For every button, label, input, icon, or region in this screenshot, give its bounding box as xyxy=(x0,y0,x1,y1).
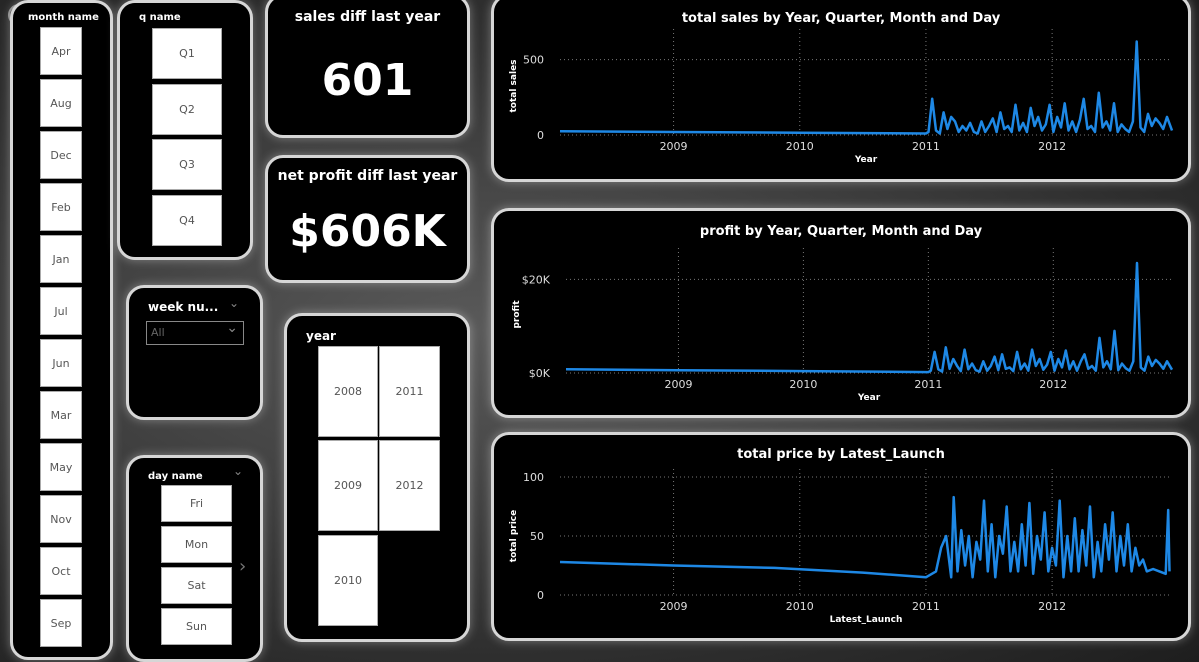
y-tick-label: 500 xyxy=(523,54,544,67)
day-tile-sat[interactable]: Sat xyxy=(161,567,232,604)
year-tile-2009[interactable]: 2009 xyxy=(318,440,378,531)
month-tile-jan[interactable]: Jan xyxy=(40,235,82,283)
week-dropdown[interactable]: All ⌄ xyxy=(146,320,244,345)
month-tile-nov[interactable]: Nov xyxy=(40,495,82,543)
y-axis-label: total sales xyxy=(509,59,519,112)
chart-total-price: total price by Latest_Launch 0 50 100 2009 2… xyxy=(491,432,1191,641)
month-tile-apr[interactable]: Apr xyxy=(40,27,82,75)
month-tile-aug[interactable]: Aug xyxy=(40,79,82,127)
kpi-sales-diff: sales diff last year 601 xyxy=(265,0,470,138)
x-tick-label: 2011 xyxy=(912,140,940,153)
x-tick-label: 2012 xyxy=(1038,140,1066,153)
x-tick-label: 2010 xyxy=(786,600,814,613)
y-tick-label: 0 xyxy=(537,589,544,602)
week-dropdown-value: All xyxy=(151,326,165,339)
x-tick-label: 2010 xyxy=(786,140,814,153)
kpi-profit-diff: net profit diff last year $606K xyxy=(265,155,470,283)
chart-total-price-plot: 0 50 100 2009 2010 2011 2012 Latest_Launch total… xyxy=(509,469,1172,625)
y-tick-label: 0 xyxy=(537,129,544,142)
month-slicer: month name Apr Aug Dec Feb Jan Jul Jun Mar May No… xyxy=(10,0,113,660)
quarter-tile-q3[interactable]: Q3 xyxy=(152,139,222,190)
x-tick-label: 2009 xyxy=(660,600,688,613)
y-axis-label: profit xyxy=(512,300,522,329)
x-tick-label: 2012 xyxy=(1038,600,1066,613)
chevron-down-icon: ⌄ xyxy=(226,320,238,336)
day-tile-fri[interactable]: Fri xyxy=(161,485,232,522)
chart-profit: profit by Year, Quarter, Month and Day $… xyxy=(491,208,1191,418)
year-tile-2011[interactable]: 2011 xyxy=(379,346,440,437)
y-tick-label: $20K xyxy=(522,273,551,286)
x-tick-label: 2012 xyxy=(1039,378,1067,391)
month-tile-oct[interactable]: Oct xyxy=(40,547,82,595)
month-tile-sep[interactable]: Sep xyxy=(40,599,82,647)
quarter-tile-q4[interactable]: Q4 xyxy=(152,194,222,246)
y-axis-label: total price xyxy=(509,510,519,562)
year-tile-2010[interactable]: 2010 xyxy=(318,535,378,626)
kpi-sales-diff-value: 601 xyxy=(321,55,414,106)
x-tick-label: 2009 xyxy=(660,140,688,153)
y-tick-label: 100 xyxy=(523,471,544,484)
x-tick-label: 2009 xyxy=(664,378,692,391)
chevron-right-icon[interactable]: › xyxy=(239,556,246,577)
x-axis-label: Year xyxy=(854,155,878,165)
quarter-slicer-title: q name xyxy=(139,12,181,23)
kpi-profit-diff-value: $606K xyxy=(289,206,446,257)
month-tile-jun[interactable]: Jun xyxy=(40,339,82,387)
week-slicer: week nu... ⌄ All ⌄ xyxy=(126,285,263,420)
x-axis-label: Latest_Launch xyxy=(830,615,903,625)
y-tick-label: $0K xyxy=(529,367,551,380)
month-tile-feb[interactable]: Feb xyxy=(40,183,82,231)
chart-total-sales-plot: 0 500 2009 2010 2011 2012 Year total sales xyxy=(509,29,1174,165)
x-tick-label: 2011 xyxy=(912,600,940,613)
day-tile-sun[interactable]: Sun xyxy=(161,608,232,645)
year-slicer: year 2008 2011 2009 2012 2010 xyxy=(284,313,470,642)
quarter-tile-q1[interactable]: Q1 xyxy=(152,28,222,79)
kpi-sales-diff-title: sales diff last year xyxy=(294,9,441,25)
week-slicer-title: week nu... xyxy=(148,300,219,314)
month-slicer-title: month name xyxy=(28,12,99,23)
x-tick-label: 2011 xyxy=(914,378,942,391)
y-tick-label: 50 xyxy=(530,530,544,543)
year-tile-2012[interactable]: 2012 xyxy=(379,440,440,531)
series-line xyxy=(559,40,1174,135)
day-tile-mon[interactable]: Mon xyxy=(161,526,232,563)
series-line xyxy=(559,495,1171,579)
month-tile-jul[interactable]: Jul xyxy=(40,287,82,335)
x-tick-label: 2010 xyxy=(789,378,817,391)
month-tile-mar[interactable]: Mar xyxy=(40,391,82,439)
series-line xyxy=(565,261,1174,374)
month-tile-dec[interactable]: Dec xyxy=(40,131,82,179)
month-tile-may[interactable]: May xyxy=(40,443,82,491)
quarter-slicer: q name Q1 Q2 Q3 Q4 xyxy=(117,0,253,260)
kpi-profit-diff-title: net profit diff last year xyxy=(277,168,458,184)
chart-total-sales: total sales by Year, Quarter, Month and … xyxy=(491,0,1191,182)
day-slicer: day name ⌄ Fri Mon Sat Sun › xyxy=(126,455,263,662)
chevron-down-icon[interactable]: ⌄ xyxy=(233,464,243,478)
day-slicer-title: day name xyxy=(148,471,203,482)
chart-profit-plot: $0K $20K 2009 2010 2011 2012 Year profit xyxy=(512,248,1174,403)
year-slicer-title: year xyxy=(306,329,336,343)
chevron-down-icon[interactable]: ⌄ xyxy=(229,296,239,310)
x-axis-label: Year xyxy=(857,393,881,403)
year-tile-2008[interactable]: 2008 xyxy=(318,346,378,437)
quarter-tile-q2[interactable]: Q2 xyxy=(152,83,222,135)
